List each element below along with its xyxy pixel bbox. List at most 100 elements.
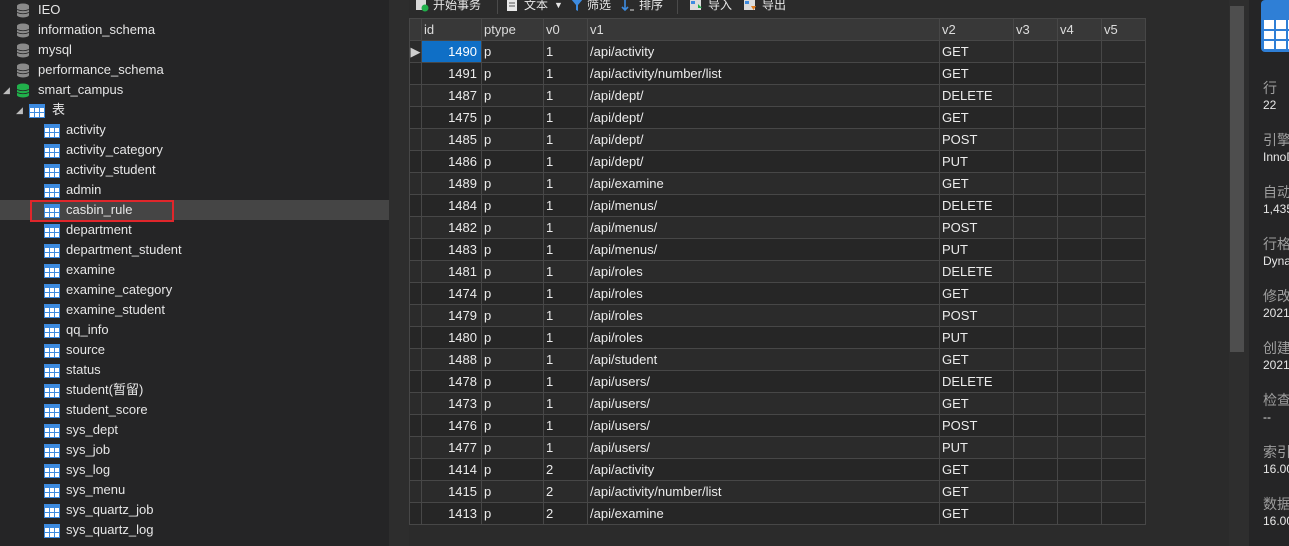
cell-v3[interactable] — [1013, 150, 1058, 173]
row-indicator[interactable] — [409, 392, 422, 415]
cell-v3[interactable] — [1013, 238, 1058, 261]
cell-v4[interactable] — [1057, 40, 1102, 63]
column-header-id[interactable]: id — [421, 18, 482, 41]
row-indicator[interactable] — [409, 282, 422, 305]
cell-v2[interactable]: DELETE — [939, 260, 1014, 283]
cell-ptype[interactable]: p — [481, 480, 544, 503]
table-row[interactable]: 1489 p 1/api/examine GET — [409, 172, 1146, 195]
cell-v5[interactable] — [1101, 392, 1146, 415]
cell-ptype[interactable]: p — [481, 238, 544, 261]
cell-v5[interactable] — [1101, 106, 1146, 129]
cell-id[interactable]: 1473 — [421, 392, 482, 415]
cell-ptype[interactable]: p — [481, 502, 544, 525]
table-row[interactable]: 1491 p 1/api/activity/number/list GET — [409, 62, 1146, 85]
cell-id[interactable]: 1491 — [421, 62, 482, 85]
scrollbar-thumb[interactable] — [1230, 6, 1244, 352]
cell-v0[interactable]: 1 — [543, 436, 588, 459]
cell-v5[interactable] — [1101, 436, 1146, 459]
row-indicator[interactable] — [409, 238, 422, 261]
cell-v2[interactable]: GET — [939, 348, 1014, 371]
cell-v2[interactable]: GET — [939, 106, 1014, 129]
cell-v4[interactable] — [1057, 414, 1102, 437]
cell-ptype[interactable]: p — [481, 216, 544, 239]
cell-v1[interactable]: /api/activity/number/list — [587, 480, 940, 503]
cell-v4[interactable] — [1057, 194, 1102, 217]
cell-v3[interactable] — [1013, 502, 1058, 525]
table-row[interactable]: 1473 p 1/api/users/GET — [409, 392, 1146, 415]
cell-v5[interactable] — [1101, 326, 1146, 349]
cell-v2[interactable]: DELETE — [939, 84, 1014, 107]
table-row[interactable]: 1476 p 1/api/users/POST — [409, 414, 1146, 437]
cell-v2[interactable]: PUT — [939, 238, 1014, 261]
row-indicator[interactable] — [409, 458, 422, 481]
cell-v1[interactable]: /api/activity — [587, 458, 940, 481]
table-row[interactable]: 1487 p 1/api/dept/DELETE — [409, 84, 1146, 107]
cell-v0[interactable]: 1 — [543, 304, 588, 327]
cell-v1[interactable]: /api/roles — [587, 282, 940, 305]
cell-v5[interactable] — [1101, 62, 1146, 85]
cell-ptype[interactable]: p — [481, 458, 544, 481]
cell-v3[interactable] — [1013, 370, 1058, 393]
cell-v0[interactable]: 1 — [543, 216, 588, 239]
cell-v1[interactable]: /api/activity/number/list — [587, 62, 940, 85]
cell-v4[interactable] — [1057, 84, 1102, 107]
cell-v2[interactable]: POST — [939, 414, 1014, 437]
cell-v1[interactable]: /api/examine — [587, 172, 940, 195]
cell-v5[interactable] — [1101, 370, 1146, 393]
cell-v2[interactable]: PUT — [939, 150, 1014, 173]
cell-v4[interactable] — [1057, 62, 1102, 85]
cell-v5[interactable] — [1101, 238, 1146, 261]
database-item[interactable]: ◢ smart_campus — [0, 80, 389, 100]
cell-v1[interactable]: /api/menus/ — [587, 194, 940, 217]
cell-ptype[interactable]: p — [481, 370, 544, 393]
cell-v4[interactable] — [1057, 128, 1102, 151]
cell-v3[interactable] — [1013, 414, 1058, 437]
cell-v3[interactable] — [1013, 348, 1058, 371]
cell-v5[interactable] — [1101, 304, 1146, 327]
cell-v1[interactable]: /api/student — [587, 348, 940, 371]
cell-v5[interactable] — [1101, 502, 1146, 525]
cell-v5[interactable] — [1101, 458, 1146, 481]
table-item[interactable]: activity — [0, 120, 389, 140]
cell-v2[interactable]: GET — [939, 458, 1014, 481]
table-item[interactable]: department_student — [0, 240, 389, 260]
cell-v0[interactable]: 1 — [543, 326, 588, 349]
row-indicator[interactable] — [409, 216, 422, 239]
cell-v4[interactable] — [1057, 150, 1102, 173]
cell-v1[interactable]: /api/users/ — [587, 414, 940, 437]
table-row[interactable]: 1475 p 1/api/dept/GET — [409, 106, 1146, 129]
cell-v3[interactable] — [1013, 194, 1058, 217]
column-header-ptype[interactable]: ptype — [481, 18, 544, 41]
cell-v5[interactable] — [1101, 414, 1146, 437]
table-row[interactable]: 1413 p 2/api/examine GET — [409, 502, 1146, 525]
table-row[interactable]: 1486 p 1/api/dept/PUT — [409, 150, 1146, 173]
cell-ptype[interactable]: p — [481, 128, 544, 151]
cell-v2[interactable]: POST — [939, 304, 1014, 327]
cell-v1[interactable]: /api/roles — [587, 326, 940, 349]
cell-v2[interactable]: GET — [939, 480, 1014, 503]
cell-v1[interactable]: /api/activity — [587, 40, 940, 63]
table-item[interactable]: student_score — [0, 400, 389, 420]
sort-button[interactable]: 排序 — [621, 0, 671, 13]
cell-id[interactable]: 1415 — [421, 480, 482, 503]
cell-v3[interactable] — [1013, 62, 1058, 85]
table-row[interactable]: 1478 p 1/api/users/DELETE — [409, 370, 1146, 393]
cell-v1[interactable]: /api/menus/ — [587, 216, 940, 239]
table-row[interactable]: 1488 p 1/api/student GET — [409, 348, 1146, 371]
data-grid[interactable]: id ptype v0 v1 v2 v3 v4 v5 ▶ 1490 p 1/api/activity… — [409, 18, 1229, 546]
column-header-v1[interactable]: v1 — [587, 18, 940, 41]
row-indicator[interactable] — [409, 436, 422, 459]
cell-v4[interactable] — [1057, 216, 1102, 239]
cell-v3[interactable] — [1013, 260, 1058, 283]
cell-v5[interactable] — [1101, 194, 1146, 217]
cell-v0[interactable]: 1 — [543, 370, 588, 393]
row-indicator[interactable] — [409, 348, 422, 371]
table-item[interactable]: qq_info — [0, 320, 389, 340]
table-item[interactable]: sys_log — [0, 460, 389, 480]
cell-v5[interactable] — [1101, 128, 1146, 151]
cell-v3[interactable] — [1013, 40, 1058, 63]
cell-v5[interactable] — [1101, 348, 1146, 371]
pane-splitter[interactable] — [389, 0, 409, 546]
cell-v4[interactable] — [1057, 458, 1102, 481]
table-item[interactable]: department — [0, 220, 389, 240]
